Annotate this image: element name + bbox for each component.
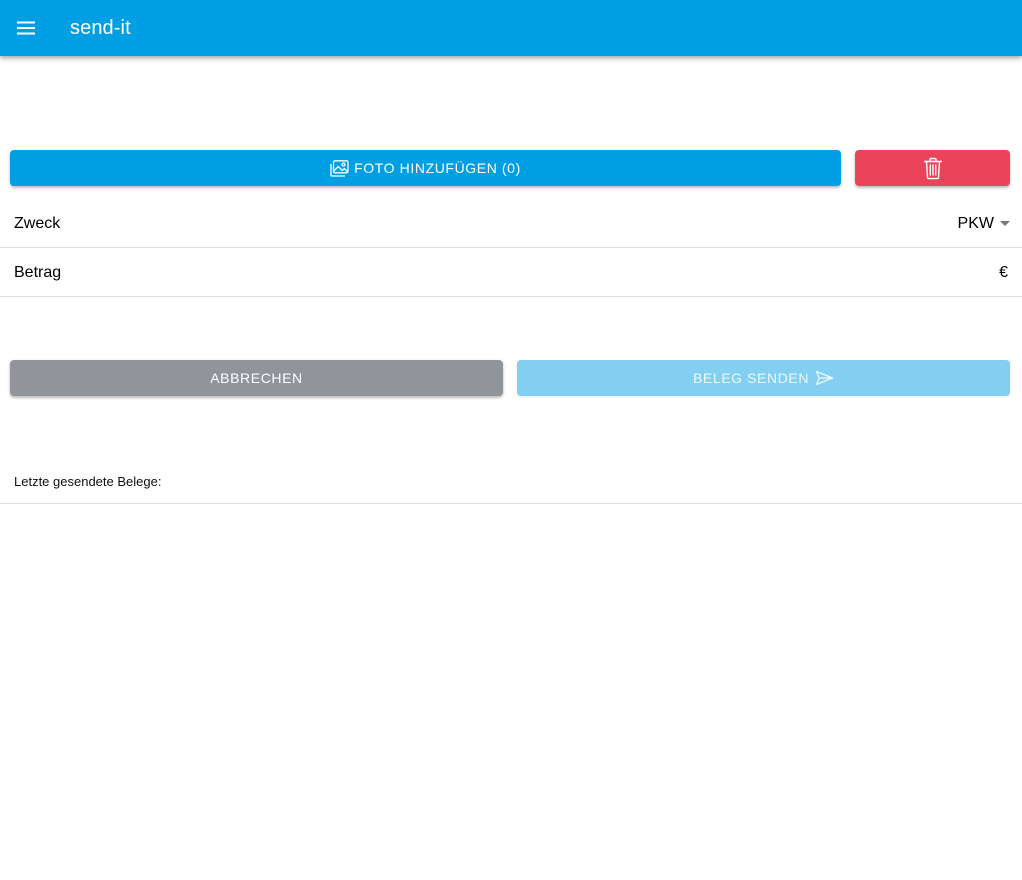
send-icon	[815, 370, 834, 386]
currency-symbol: €	[999, 263, 1008, 281]
add-photo-button[interactable]: FOTO HINZUFÜGEN (0)	[10, 150, 841, 186]
add-photo-label: FOTO HINZUFÜGEN (0)	[354, 160, 521, 176]
zweck-value[interactable]: PKW	[957, 214, 1010, 233]
delete-button[interactable]	[855, 150, 1010, 186]
recent-receipts-label: Letzte gesendete Belege:	[14, 474, 162, 489]
betrag-label: Betrag	[14, 263, 62, 281]
send-label: BELEG SENDEN	[692, 370, 810, 386]
menu-button[interactable]	[0, 0, 52, 56]
image-icon	[330, 159, 349, 177]
zweck-label: Zweck	[14, 214, 61, 232]
cancel-button[interactable]: ABBRECHEN	[10, 360, 503, 396]
cancel-label: ABBRECHEN	[210, 370, 303, 386]
app-toolbar: send-it	[0, 0, 1022, 56]
menu-icon	[16, 20, 36, 36]
app-title: send-it	[70, 16, 131, 39]
recent-receipts-divider	[0, 503, 1022, 504]
zweck-select[interactable]: Zweck PKW	[0, 200, 1022, 248]
send-receipt-button[interactable]: BELEG SENDEN	[517, 360, 1010, 396]
zweck-selected-text: PKW	[957, 214, 994, 232]
caret-down-icon	[1000, 221, 1010, 226]
betrag-field[interactable]: Betrag €	[0, 249, 1022, 297]
trash-icon	[923, 157, 943, 180]
